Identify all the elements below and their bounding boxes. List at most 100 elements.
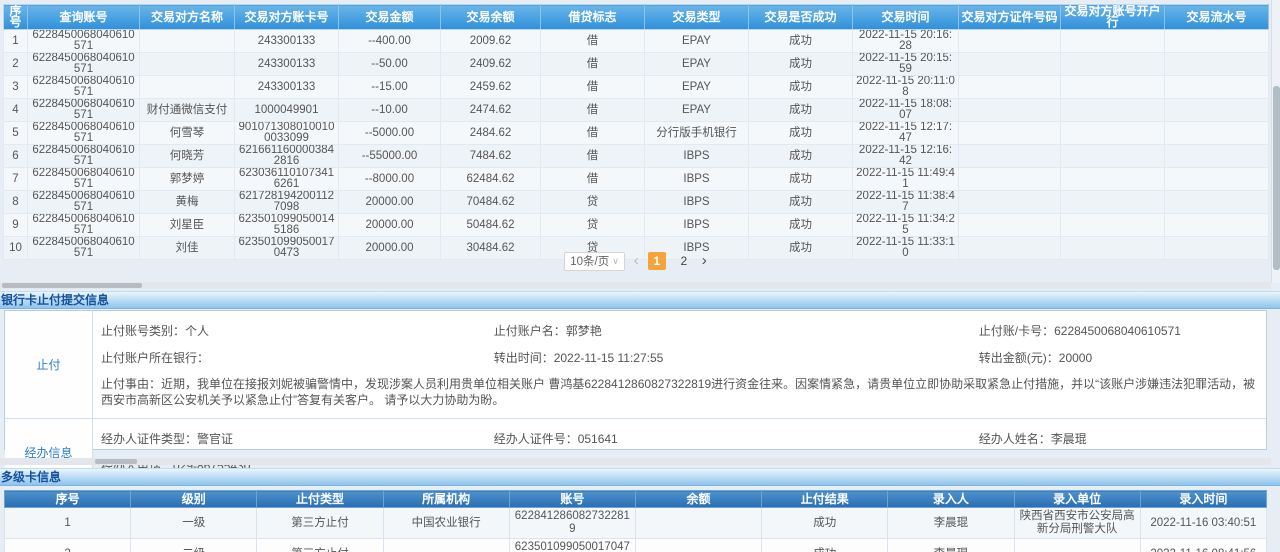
scrollbar-thumb[interactable] [95,459,137,464]
column-header: 交易对方账号开户行 [1061,5,1165,30]
table-cell: --8000.00 [339,168,441,191]
table-cell: 6228412860827322819 [509,508,635,539]
table-cell: 3 [4,76,28,99]
column-header: 止付类型 [257,491,383,508]
table-cell: 贷 [541,214,645,237]
table-cell [959,168,1061,191]
table-cell: 9010713080100100033099 [235,122,339,145]
multi-card-panel: 序号级别止付类型所属机构账号余额止付结果录入人录入单位录入时间 1一级第三方止付… [4,490,1267,552]
table-cell: 成功 [762,539,888,552]
table-cell: 贷 [541,191,645,214]
table-cell: 2022-11-15 11:38:47 [853,191,959,214]
table-cell [383,539,509,552]
stop-payment-query-page: 序号查询账号交易对方名称交易对方账卡号交易金额交易余额借贷标志交易类型交易是否成… [0,0,1280,552]
table-cell: 何晓芳 [140,145,235,168]
multi-card-section-title: 多级卡信息 [0,468,1280,486]
column-header: 余额 [635,491,761,508]
table-cell [1061,99,1165,122]
transactions-header-row: 序号查询账号交易对方名称交易对方账卡号交易金额交易余额借贷标志交易类型交易是否成… [4,5,1269,30]
table-cell: IBPS [645,191,749,214]
column-header: 录入单位 [1014,491,1140,508]
table-row: 16228450068040610571243300133--400.00200… [4,30,1269,53]
field-transfer-time: 转出时间：2022-11-15 11:27:55 [494,349,979,366]
column-header: 交易对方证件号码 [959,5,1061,30]
table-cell: 1 [4,30,28,53]
table-cell: 2022-11-15 11:34:25 [853,214,959,237]
column-header: 序号 [4,5,28,30]
page-button-2[interactable]: 2 [675,252,693,270]
column-header: 交易对方名称 [140,5,235,30]
table-cell [1061,191,1165,214]
horizontal-scrollbar[interactable] [0,458,1271,465]
column-header: 交易时间 [853,5,959,30]
table-cell: EPAY [645,76,749,99]
table-cell: --55000.00 [339,145,441,168]
column-header: 查询账号 [28,5,140,30]
table-row: 36228450068040610571243300133--15.002459… [4,76,1269,99]
scrollbar-thumb[interactable] [2,283,142,288]
table-cell [1165,191,1269,214]
table-cell [1165,53,1269,76]
prev-page-icon[interactable]: ‹ [634,252,639,270]
horizontal-scrollbar[interactable] [0,282,1271,289]
table-cell: 2459.62 [441,76,541,99]
column-header: 交易是否成功 [749,5,853,30]
table-cell [140,53,235,76]
table-cell: 20000.00 [339,191,441,214]
column-header: 止付结果 [762,491,888,508]
field-transfer-amount: 转出金额(元)：20000 [979,349,1256,366]
page-size-label: 10条/页 [570,253,609,269]
table-cell [635,539,761,552]
table-cell [1165,168,1269,191]
table-cell: 6228450068040610571 [28,191,140,214]
scrollbar-thumb[interactable] [1273,86,1280,270]
table-cell: 6235010990500170473 [509,539,635,552]
table-cell: 6228450068040610571 [28,99,140,122]
table-cell: --400.00 [339,30,441,53]
table-cell: 李晨琨 [888,508,1014,539]
table-cell: 7484.62 [441,145,541,168]
table-cell: 6228450068040610571 [28,214,140,237]
table-cell: 刘星臣 [140,214,235,237]
table-cell: 2022-11-15 18:08:07 [853,99,959,122]
table-cell: 243300133 [235,30,339,53]
table-cell: 20000.00 [339,214,441,237]
table-cell [1061,76,1165,99]
table-row: 46228450068040610571财付通微信支付1000049901--1… [4,99,1269,122]
vertical-scrollbar[interactable] [1271,0,1280,283]
table-cell: EPAY [645,30,749,53]
page-size-select[interactable]: 10条/页 ∨ [564,252,625,271]
table-cell [1165,99,1269,122]
table-cell: 借 [541,99,645,122]
table-cell: 2022-11-16 08:41:56 [1140,539,1266,552]
table-cell: 2 [4,53,28,76]
table-cell: 8 [4,191,28,214]
table-cell: 2009.62 [441,30,541,53]
page-button-1[interactable]: 1 [648,252,666,270]
table-cell: 2022-11-15 12:17:47 [853,122,959,145]
table-cell: 借 [541,30,645,53]
table-cell: 243300133 [235,76,339,99]
table-cell [959,122,1061,145]
column-header: 所属机构 [383,491,509,508]
table-cell: 2022-11-15 20:15:59 [853,53,959,76]
table-cell: 1 [5,508,131,539]
table-row: 26228450068040610571243300133--50.002409… [4,53,1269,76]
next-page-icon[interactable]: › [702,252,707,270]
table-cell: 第三方止付 [257,539,383,552]
table-cell: 5 [4,122,28,145]
table-row: 56228450068040610571何雪琴90107130801001000… [4,122,1269,145]
column-header: 级别 [131,491,257,508]
table-cell: 2022-11-15 20:11:08 [853,76,959,99]
table-cell: 2022-11-15 20:16:28 [853,30,959,53]
table-cell [1165,122,1269,145]
table-cell: 黄梅 [140,191,235,214]
table-row: 2二级第三方止付6235010990500170473成功李晨琨2022-11-… [5,539,1267,552]
table-cell: 4 [4,99,28,122]
table-cell: 成功 [749,30,853,53]
transactions-panel: 序号查询账号交易对方名称交易对方账卡号交易金额交易余额借贷标志交易类型交易是否成… [3,4,1269,260]
table-cell: 第三方止付 [257,508,383,539]
table-cell: IBPS [645,145,749,168]
table-cell: 借 [541,76,645,99]
field-account-name: 止付账户名：郭梦艳 [494,322,979,339]
